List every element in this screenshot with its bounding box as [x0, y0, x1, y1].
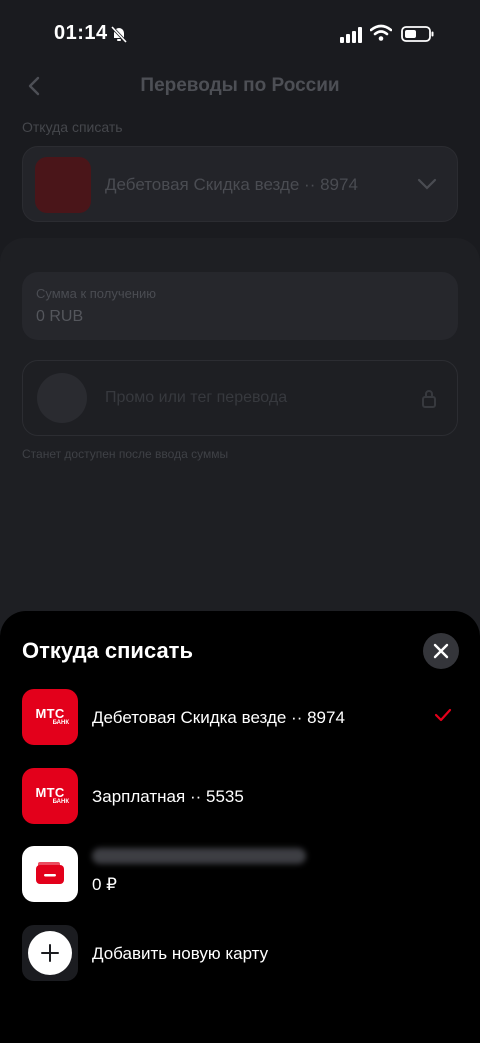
wifi-icon: [370, 24, 392, 41]
nav-bar: Переводы по России: [0, 72, 480, 102]
account-option-label: Зарплатная ·· 5535: [92, 787, 244, 806]
signal-icon: [340, 27, 362, 43]
check-icon: [434, 708, 452, 722]
plus-icon: [28, 931, 72, 975]
amount-field[interactable]: Сумма к получению 0 RUB: [22, 272, 458, 340]
account-option-wallet[interactable]: 0 ₽: [22, 846, 458, 904]
from-label: Откуда списать: [22, 119, 123, 135]
promo-hint: Станет доступен после ввода суммы: [22, 447, 229, 461]
wallet-tile: [22, 846, 78, 902]
account-option-label: Дебетовая Скидка везде ·· 8974: [92, 708, 345, 727]
account-option-debit[interactable]: МТС БАНК Дебетовая Скидка везде ·· 8974: [22, 689, 458, 747]
promo-placeholder: Промо или тег перевода: [105, 389, 288, 406]
close-icon: [433, 643, 449, 659]
status-time: 01:14: [54, 22, 108, 44]
mts-bank-logo: МТС БАНК: [22, 689, 78, 745]
account-option-salary[interactable]: МТС БАНК Зарплатная ·· 5535: [22, 768, 458, 826]
source-account-select[interactable]: Дебетовая Скидка везде ·· 8974: [22, 146, 458, 222]
close-button[interactable]: [423, 633, 459, 669]
globe-icon: [37, 373, 87, 423]
wallet-balance: 0 ₽: [92, 875, 117, 894]
source-account-name: Дебетовая Скидка везде ·· 8974: [105, 175, 358, 194]
add-card-option[interactable]: Добавить новую карту: [22, 925, 458, 983]
chevron-down-icon: [417, 178, 437, 190]
sheet-title: Откуда списать: [22, 638, 193, 663]
add-card-tile: [22, 925, 78, 981]
hidden-account-name: [92, 848, 306, 864]
page-title: Переводы по России: [140, 75, 340, 96]
amount-value: 0 RUB: [36, 308, 84, 325]
mts-bank-logo: МТС БАНК: [22, 768, 78, 824]
bank-logo: [35, 157, 91, 213]
bell-muted-icon: [110, 25, 128, 43]
amount-label: Сумма к получению: [36, 286, 157, 301]
lock-icon: [422, 390, 436, 408]
status-bar: 01:14: [0, 0, 480, 72]
promo-field[interactable]: Промо или тег перевода: [22, 360, 458, 436]
account-select-sheet: Откуда списать МТС БАНК Дебетовая Скидка …: [0, 611, 480, 1043]
battery-icon: [401, 26, 434, 42]
add-card-label: Добавить новую карту: [92, 944, 269, 963]
wallet-icon: [36, 862, 64, 884]
